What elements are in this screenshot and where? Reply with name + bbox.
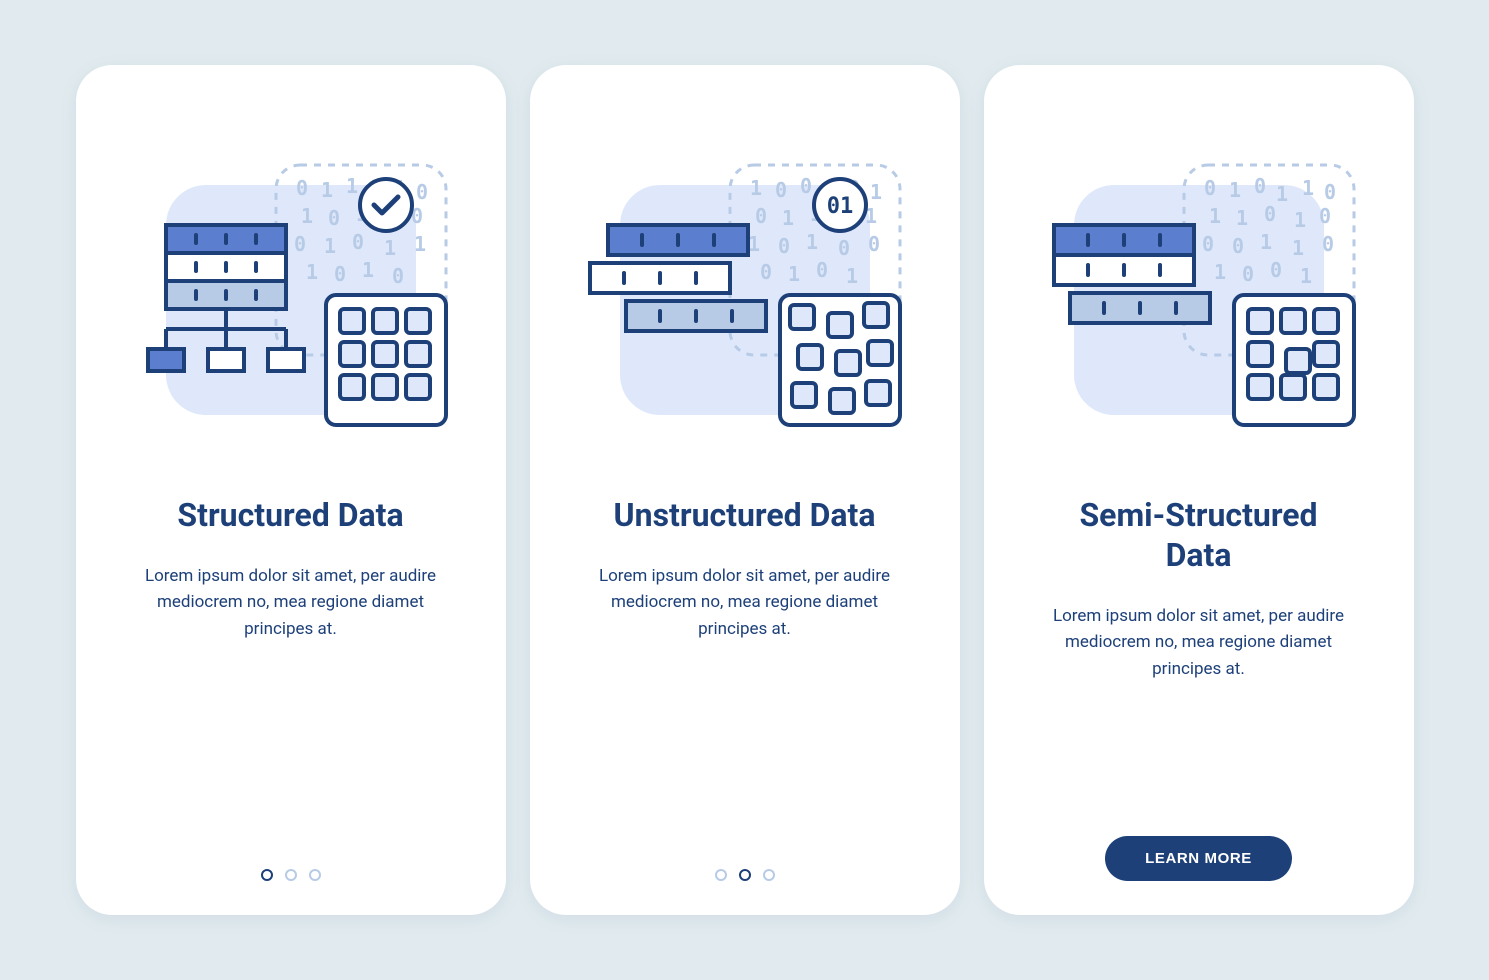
pagination-dot-3[interactable] [763,869,775,881]
onboarding-card-unstructured: 100101 01101 10100 0101 01 [530,65,960,915]
onboarding-stage: 011010 10110 01011 1010 [0,0,1489,980]
onboarding-card-semi-structured: 010110 11010 00110 1001 [984,65,1414,915]
onboarding-card-structured: 011010 10110 01011 1010 [76,65,506,915]
svg-text:0: 0 [1232,234,1244,258]
card-description: Lorem ipsum dolor sit amet, per audire m… [131,563,451,642]
svg-text:1: 1 [306,260,318,284]
structured-data-icon: 011010 10110 01011 1010 [106,105,476,475]
unstructured-data-icon: 100101 01101 10100 0101 01 [560,105,930,475]
pagination-dot-1[interactable] [261,869,273,881]
pagination-dots [261,869,321,881]
pagination-dots [715,869,775,881]
svg-text:1: 1 [1214,260,1226,284]
card-footer: LEARN MORE [984,836,1414,881]
svg-text:0: 0 [838,236,850,260]
svg-text:1: 1 [321,178,333,202]
pagination-dot-2[interactable] [285,869,297,881]
svg-text:0: 0 [755,204,767,228]
svg-text:0: 0 [1242,262,1254,286]
svg-text:1: 1 [870,180,882,204]
svg-text:0: 0 [1319,204,1331,228]
svg-text:1: 1 [806,230,818,254]
svg-text:01: 01 [826,194,853,219]
svg-text:0: 0 [392,264,404,288]
svg-text:0: 0 [778,234,790,258]
svg-text:1: 1 [1300,264,1312,288]
svg-text:0: 0 [416,180,428,204]
svg-text:0: 0 [296,176,308,200]
svg-text:1: 1 [1209,204,1221,228]
svg-text:0: 0 [775,178,787,202]
card-title: Structured Data [177,495,403,535]
pagination-dot-2[interactable] [739,869,751,881]
svg-text:0: 0 [760,260,772,284]
svg-text:1: 1 [1294,208,1306,232]
card-description: Lorem ipsum dolor sit amet, per audire m… [1039,603,1359,682]
svg-text:1: 1 [362,258,374,282]
svg-text:1: 1 [1292,236,1304,260]
svg-text:1: 1 [750,176,762,200]
pagination-dot-3[interactable] [309,869,321,881]
card-footer [76,869,506,881]
svg-text:1: 1 [346,174,358,198]
svg-text:1: 1 [788,262,800,286]
svg-text:0: 0 [868,232,880,256]
svg-text:1: 1 [384,236,396,260]
svg-text:0: 0 [352,230,364,254]
card-title: Unstructured Data [614,495,876,535]
svg-text:1: 1 [324,234,336,258]
svg-text:1: 1 [414,232,426,256]
pagination-dot-1[interactable] [715,869,727,881]
svg-text:0: 0 [1264,202,1276,226]
svg-text:1: 1 [1236,206,1248,230]
svg-text:1: 1 [782,206,794,230]
svg-text:0: 0 [1204,176,1216,200]
svg-text:0: 0 [1270,258,1282,282]
svg-text:1: 1 [1260,230,1272,254]
svg-text:0: 0 [328,206,340,230]
semi-structured-data-icon: 010110 11010 00110 1001 [1014,105,1384,475]
svg-text:0: 0 [1324,180,1336,204]
svg-text:1: 1 [1276,182,1288,206]
card-title: Semi-Structured Data [1059,495,1339,575]
svg-text:0: 0 [294,232,306,256]
svg-text:0: 0 [1254,174,1266,198]
svg-text:0: 0 [1202,232,1214,256]
card-description: Lorem ipsum dolor sit amet, per audire m… [585,563,905,642]
svg-text:0: 0 [800,174,812,198]
svg-text:1: 1 [1229,178,1241,202]
learn-more-button[interactable]: LEARN MORE [1105,836,1292,881]
svg-text:1: 1 [1302,176,1314,200]
svg-text:1: 1 [846,264,858,288]
svg-text:0: 0 [1322,232,1334,256]
svg-text:1: 1 [301,204,313,228]
svg-text:0: 0 [334,262,346,286]
svg-text:0: 0 [816,258,828,282]
card-footer [530,869,960,881]
